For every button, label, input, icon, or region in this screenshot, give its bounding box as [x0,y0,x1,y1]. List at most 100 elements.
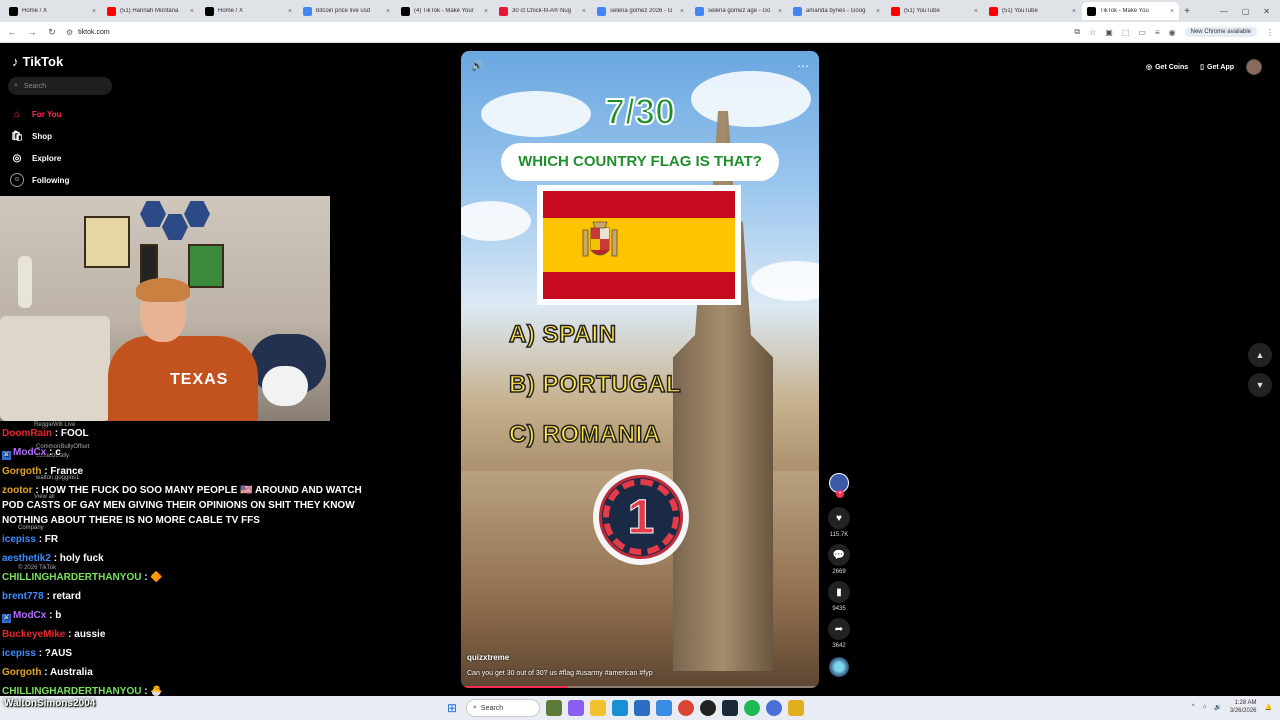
save-button[interactable]: ▮ [828,581,850,603]
chat-username[interactable]: DoomRain [2,428,52,439]
install-icon[interactable]: ⧉ [1074,27,1080,37]
forward-icon[interactable]: → [26,27,38,37]
browser-tab[interactable]: (51) Hannah Montana × [102,2,199,20]
media-icon[interactable]: ≡ [1155,28,1160,37]
browser-tab[interactable]: selena gomez age - Go × [690,2,787,20]
chat-username[interactable]: Gorgoth [2,667,41,678]
chat-username[interactable]: icepiss [2,534,36,545]
maximize-icon[interactable]: ▢ [1242,7,1250,16]
close-window-icon[interactable]: ✕ [1263,7,1270,16]
url-text[interactable]: tiktok.com [78,29,110,36]
chat-username[interactable]: icepiss [2,648,36,659]
obs-icon[interactable] [700,700,716,716]
back-icon[interactable]: ← [6,27,18,37]
tab-close-icon[interactable]: × [386,8,390,15]
follow-plus-icon[interactable]: + [836,490,844,498]
tab-close-icon[interactable]: × [1072,8,1076,15]
new-tab-button[interactable]: + [1180,6,1194,17]
chat-username[interactable]: ModCx [13,610,46,621]
browser-tab[interactable]: (51) YouTube × [984,2,1081,20]
sound-icon[interactable]: 🔊 [471,61,483,72]
chat-username[interactable]: CHILLINGHARDERTHANYOU [2,572,141,583]
comment-button[interactable]: 💬 [828,544,850,566]
extensions-puzzle-icon[interactable]: ⬚ [1122,28,1130,37]
chrome-update-button[interactable]: New Chrome available [1184,27,1257,37]
tab-close-icon[interactable]: × [1170,8,1174,15]
chat-username[interactable]: brent778 [2,591,44,602]
chat-username[interactable]: zootor [2,485,33,496]
next-video-button[interactable]: ▼ [1248,373,1272,397]
widgets-icon[interactable] [546,700,562,716]
site-info-icon[interactable]: ⚙ [66,28,73,37]
tiktok-logo[interactable]: ♪ TikTok [12,54,63,69]
tab-close-icon[interactable]: × [484,8,488,15]
app-icon[interactable] [766,700,782,716]
volume-icon[interactable]: 🔊 [1214,704,1221,711]
edge-icon[interactable] [612,700,628,716]
windows-start-icon[interactable]: ⊞ [444,701,460,715]
like-button[interactable]: ♥ [828,507,850,529]
chat-username[interactable]: ModCx [13,447,46,458]
sidebar-item-for-you[interactable]: ⌂ For You [10,103,69,125]
bookmark-star-icon[interactable]: ☆ [1089,28,1096,37]
browser-tab[interactable]: 30 ct Chick-fil-A® Nug × [494,2,591,20]
tab-close-icon[interactable]: × [92,8,96,15]
profile-icon[interactable]: ◉ [1169,28,1176,37]
taskbar-search[interactable]: ⌕ Search [466,699,540,717]
tray-chevron-icon[interactable]: ^ [1192,704,1195,710]
copilot-icon[interactable] [568,700,584,716]
creator-avatar[interactable]: + [829,473,849,498]
share-button[interactable]: ➦ [828,618,850,640]
browser-tab[interactable]: selena gomez 2026 - G × [592,2,689,20]
music-disc-icon[interactable] [829,657,849,677]
store-icon[interactable] [634,700,650,716]
system-clock[interactable]: 1:28 AM 3/26/2026 [1230,699,1257,715]
chat-username[interactable]: aesthetik2 [2,553,51,564]
get-app-button[interactable]: ▯ Get App [1200,63,1234,72]
tab-close-icon[interactable]: × [680,8,684,15]
browser-tab[interactable]: amanda bynes - Goog × [788,2,885,20]
more-options-icon[interactable]: ⋯ [797,59,809,73]
browser-tab[interactable]: bitcoin price live usd × [298,2,395,20]
previous-video-button[interactable]: ▲ [1248,343,1272,367]
browser-tab[interactable]: Home / X × [200,2,297,20]
steam-icon[interactable] [722,700,738,716]
sidebar-item-explore[interactable]: ◎ Explore [10,147,69,169]
profile-avatar[interactable] [1246,59,1262,75]
video-player[interactable]: 🔊 ⋯ 7/30 WHICH COUNTRY FLAG IS THAT? A) … [461,51,819,688]
chat-message: brent778 : retard [2,589,382,604]
mail-icon[interactable] [656,700,672,716]
browser-tab[interactable]: TikTok - Make You × [1082,2,1179,20]
file-explorer-icon[interactable] [590,700,606,716]
chat-username[interactable]: BuckeyeMike [2,629,65,640]
browser-tab[interactable]: (4) TikTok - Make Your × [396,2,493,20]
tab-close-icon[interactable]: × [778,8,782,15]
menu-icon[interactable]: ⋮ [1266,28,1274,37]
sidebar-item-following[interactable]: ☺ Following [10,169,69,191]
network-icon[interactable]: ⌂ [1203,704,1207,710]
video-progress-bar[interactable] [461,686,819,688]
tab-close-icon[interactable]: × [582,8,586,15]
search-input[interactable]: ⌕ Search [8,77,112,95]
browser-tab[interactable]: (51) YouTube × [886,2,983,20]
url-field[interactable]: ⚙ tiktok.com [66,28,1066,37]
chat-message: DoomRain : FOOL [2,426,382,441]
tab-close-icon[interactable]: × [190,8,194,15]
sidebar-icon[interactable]: ▭ [1138,28,1146,37]
video-author[interactable]: quizxtreme [467,653,509,662]
reload-icon[interactable]: ↻ [46,27,58,38]
spotify-icon[interactable] [744,700,760,716]
get-coins-button[interactable]: ◎ Get Coins [1146,63,1188,72]
warning-app-icon[interactable] [788,700,804,716]
tab-close-icon[interactable]: × [974,8,978,15]
tab-close-icon[interactable]: × [288,8,292,15]
notification-icon[interactable]: 🔔 [1265,704,1272,711]
browser-tab[interactable]: Home / X × [4,2,101,20]
tab-title: bitcoin price live usd [316,8,371,14]
sidebar-item-shop[interactable]: 🛍 Shop [10,125,69,147]
chrome-icon[interactable] [678,700,694,716]
minimize-icon[interactable]: — [1220,7,1228,16]
chat-username[interactable]: Gorgoth [2,466,41,477]
tab-close-icon[interactable]: × [876,8,880,15]
extension-icon[interactable]: ▣ [1105,28,1113,37]
